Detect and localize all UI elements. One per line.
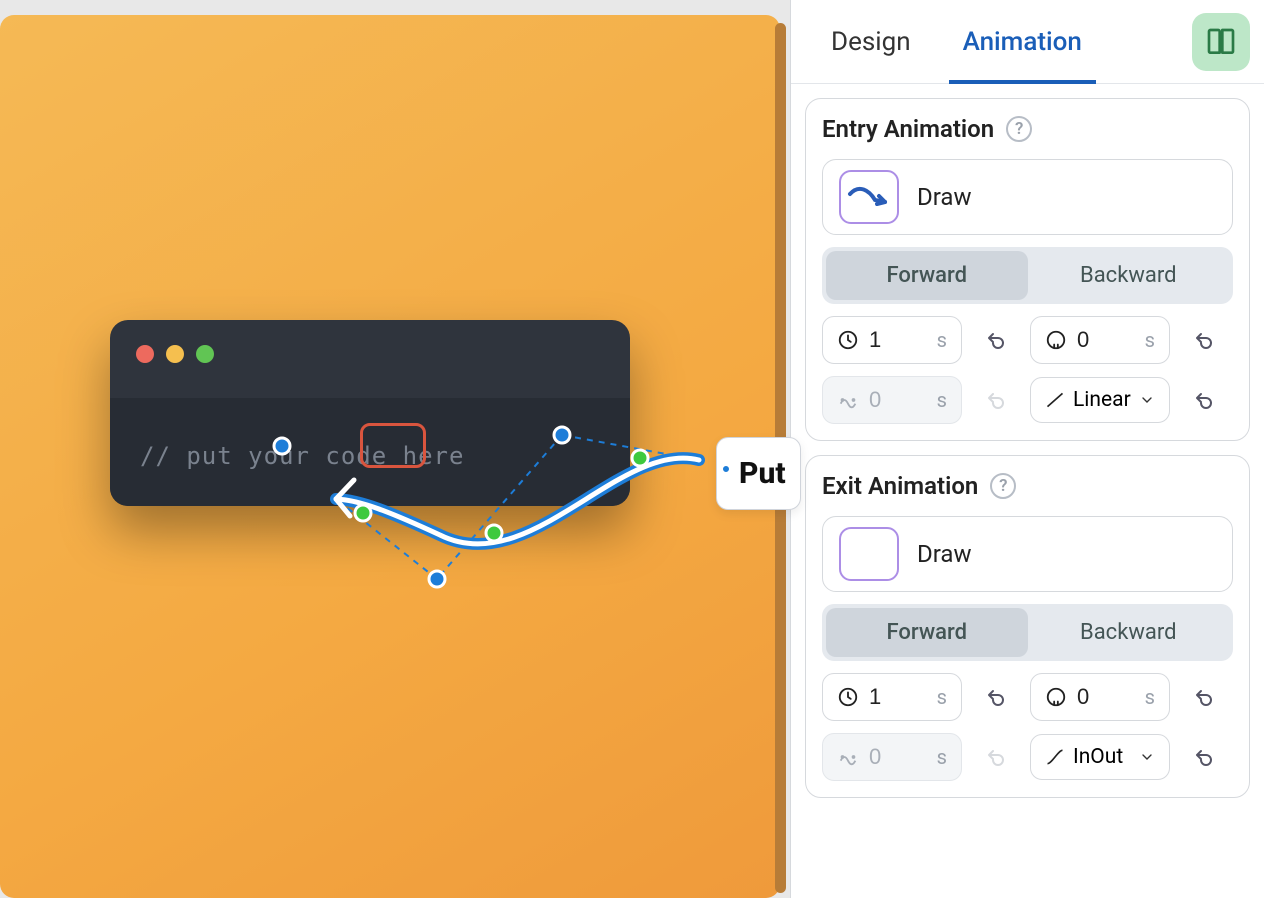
entry-easing-value: Linear — [1073, 388, 1131, 412]
exit-stagger-input: s — [822, 733, 962, 781]
easing-icon — [1045, 390, 1065, 410]
chevron-down-icon — [1139, 392, 1155, 408]
entry-direction-toggle: Forward Backward — [822, 247, 1233, 304]
entry-easing-select[interactable]: Linear — [1030, 377, 1170, 423]
stagger-icon — [837, 746, 859, 768]
easing-icon — [1045, 747, 1065, 767]
unit-seconds: s — [937, 328, 947, 352]
traffic-lights — [136, 345, 214, 363]
undo-icon — [1192, 685, 1216, 709]
maximize-icon — [196, 345, 214, 363]
docs-button[interactable] — [1192, 13, 1250, 71]
exit-easing-select[interactable]: InOut — [1030, 734, 1170, 780]
bezier-handle[interactable] — [554, 427, 570, 443]
undo-icon — [1192, 388, 1216, 412]
exit-delay-input[interactable]: s — [1030, 673, 1170, 721]
entry-delay-value[interactable] — [1077, 327, 1127, 353]
tab-design[interactable]: Design — [805, 0, 937, 84]
entry-stagger-reset — [974, 378, 1018, 422]
entry-duration-reset[interactable] — [974, 318, 1018, 362]
entry-delay-input[interactable]: s — [1030, 316, 1170, 364]
book-icon — [1205, 26, 1237, 58]
label-anchor-icon[interactable] — [721, 464, 731, 474]
unit-seconds: s — [937, 745, 947, 769]
unit-seconds: s — [937, 685, 947, 709]
entry-delay-reset[interactable] — [1182, 318, 1226, 362]
tab-design-label: Design — [831, 27, 911, 57]
undo-icon — [984, 328, 1008, 352]
undo-icon — [984, 745, 1008, 769]
exit-animation-selector[interactable]: Draw — [822, 516, 1233, 592]
exit-duration-value[interactable] — [869, 684, 919, 710]
exit-duration-reset[interactable] — [974, 675, 1018, 719]
clock-pause-icon — [1045, 329, 1067, 351]
exit-easing-value: InOut — [1073, 745, 1123, 769]
clock-icon — [837, 686, 859, 708]
entry-animation-name: Draw — [917, 183, 972, 211]
floating-label[interactable]: Put — [716, 437, 801, 510]
clock-icon — [837, 329, 859, 351]
properties-sidebar: Design Animation Entry Animation ? Draw … — [790, 0, 1264, 898]
exit-animation-name: Draw — [917, 540, 972, 568]
help-icon[interactable]: ? — [1006, 116, 1032, 142]
entry-animation-selector[interactable]: Draw — [822, 159, 1233, 235]
help-icon[interactable]: ? — [990, 473, 1016, 499]
anchor-point[interactable] — [632, 450, 648, 466]
stagger-icon — [837, 389, 859, 411]
exit-stagger-value — [869, 744, 919, 770]
entry-animation-panel: Entry Animation ? Draw Forward Backward … — [805, 98, 1250, 441]
undo-icon — [1192, 745, 1216, 769]
sidebar-tabs: Design Animation — [791, 0, 1264, 84]
entry-duration-value[interactable] — [869, 327, 919, 353]
anchor-point[interactable] — [486, 525, 502, 541]
exit-direction-backward[interactable]: Backward — [1028, 608, 1230, 657]
arrow-path[interactable] — [330, 400, 750, 600]
exit-direction-forward[interactable]: Forward — [826, 608, 1028, 657]
tab-animation-label: Animation — [963, 27, 1082, 57]
draw-preview-icon — [839, 170, 899, 224]
tab-animation[interactable]: Animation — [937, 0, 1108, 84]
exit-delay-reset[interactable] — [1182, 675, 1226, 719]
selection-point[interactable] — [274, 438, 290, 454]
entry-easing-reset[interactable] — [1182, 378, 1226, 422]
unit-seconds: s — [1145, 685, 1155, 709]
canvas-area: // put your code here Put — [0, 0, 790, 898]
close-icon — [136, 345, 154, 363]
exit-duration-input[interactable]: s — [822, 673, 962, 721]
undo-icon — [984, 685, 1008, 709]
entry-direction-forward[interactable]: Forward — [826, 251, 1028, 300]
minimize-icon — [166, 345, 184, 363]
chevron-down-icon — [1139, 749, 1155, 765]
floating-label-text: Put — [739, 456, 786, 491]
undo-icon — [1192, 328, 1216, 352]
exit-delay-value[interactable] — [1077, 684, 1127, 710]
exit-direction-toggle: Forward Backward — [822, 604, 1233, 661]
entry-stagger-value — [869, 387, 919, 413]
exit-animation-panel: Exit Animation ? Draw Forward Backward s — [805, 455, 1250, 798]
anchor-point[interactable] — [355, 505, 371, 521]
unit-seconds: s — [1145, 328, 1155, 352]
exit-stagger-reset — [974, 735, 1018, 779]
entry-stagger-input: s — [822, 376, 962, 424]
undo-icon — [984, 388, 1008, 412]
entry-duration-input[interactable]: s — [822, 316, 962, 364]
exit-animation-title: Exit Animation — [822, 472, 978, 500]
entry-direction-backward[interactable]: Backward — [1028, 251, 1230, 300]
entry-animation-title: Entry Animation — [822, 115, 994, 143]
exit-easing-reset[interactable] — [1182, 735, 1226, 779]
clock-pause-icon — [1045, 686, 1067, 708]
draw-preview-icon — [839, 527, 899, 581]
bezier-handle[interactable] — [429, 571, 445, 587]
unit-seconds: s — [937, 388, 947, 412]
